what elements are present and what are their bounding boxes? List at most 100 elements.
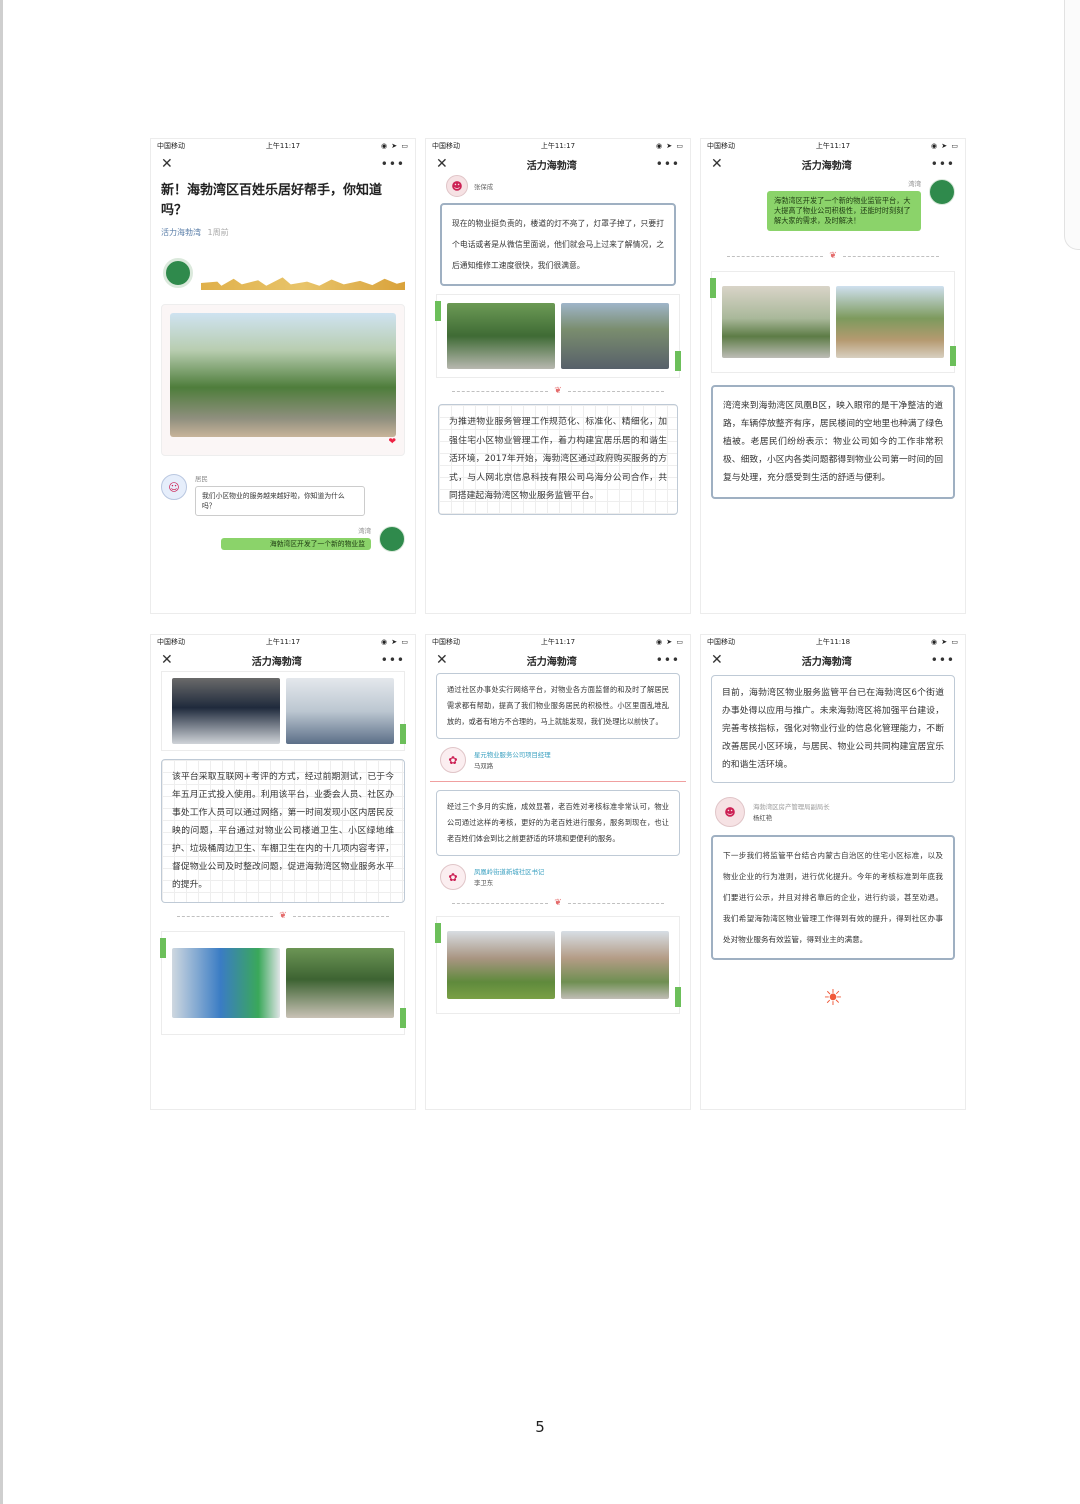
close-icon[interactable]: ✕ bbox=[161, 652, 173, 668]
navbar: ✕ 活力海勃湾 ••• bbox=[701, 153, 965, 175]
clock: 上午11:17 bbox=[265, 638, 301, 646]
battery-icon: ◉ ➤ ▭ bbox=[380, 638, 409, 646]
clock: 上午11:18 bbox=[815, 638, 851, 646]
resident-message: 我们小区物业的服务越来越好啦，你知道为什么吗？ bbox=[195, 486, 365, 516]
status-bar: 中国移动 上午11:17 ◉ ➤ ▭ bbox=[151, 139, 415, 153]
nav-title: 活力海勃湾 bbox=[251, 656, 302, 668]
header-banner bbox=[161, 256, 405, 294]
quote-text: 现在的物业挺负责的，楼道的灯不亮了，灯罩子掉了，只要打个电话或者是从微信里面说，… bbox=[452, 219, 664, 270]
decor-tab bbox=[710, 278, 716, 298]
phone-screenshot-3: 中国移动 上午11:17 ◉ ➤ ▭ ✕ 活力海勃湾 ••• 湾湾 海勃湾区开发… bbox=[700, 138, 966, 614]
decor-tab bbox=[400, 1008, 406, 1028]
decor-tab bbox=[435, 301, 441, 321]
clock: 上午11:17 bbox=[540, 142, 576, 150]
speaker-name: 马双路 bbox=[474, 762, 494, 770]
speaker-avatar: ☻ bbox=[446, 175, 468, 197]
photo-street bbox=[722, 286, 830, 358]
speaker-title: 海勃湾区房产管理局副局长 bbox=[753, 803, 830, 811]
photo-frame: ❤ bbox=[161, 304, 405, 456]
status-bar: 中国移动 上午11:17 ◉ ➤ ▭ bbox=[426, 139, 690, 153]
host-chat: 湾湾 海勃湾区开发了一个新的物业监 bbox=[161, 526, 405, 552]
navbar: ✕ 活力海勃湾 ••• bbox=[426, 153, 690, 175]
speaker-name: 李卫东 bbox=[474, 879, 494, 887]
host-name: 湾湾 bbox=[908, 180, 921, 188]
article-title: 新！海勃湾区百姓乐居好帮手，你知道吗？ bbox=[161, 183, 383, 218]
quote-text: 下一步我们将监管平台结合内蒙古自治区的住宅小区标准，以及物业企业的行为准则，进行… bbox=[723, 851, 943, 944]
page-edge bbox=[0, 0, 3, 1504]
scrollbar[interactable] bbox=[1064, 0, 1080, 250]
quote-text: 通过社区办事处实行网络平台，对物业各方面监督的和及时了解居民需求都有帮助，提高了… bbox=[447, 685, 669, 726]
divider: ❦ bbox=[452, 386, 665, 396]
speaker-title: 星元物业服务公司项目经理 bbox=[474, 751, 551, 759]
more-icon[interactable]: ••• bbox=[931, 157, 955, 171]
emblem-icon bbox=[163, 258, 193, 288]
carrier-label: 中国移动 bbox=[707, 142, 735, 150]
page-number: 5 bbox=[535, 1418, 545, 1436]
photo-pergola bbox=[836, 286, 944, 358]
community-photo bbox=[170, 313, 396, 437]
nav-title: 活力海勃湾 bbox=[801, 656, 852, 668]
quote-card: 通过社区办事处实行网络平台，对物业各方面监督的和及时了解居民需求都有帮助，提高了… bbox=[436, 673, 680, 739]
nav-title: 活力海勃湾 bbox=[526, 656, 577, 668]
battery-icon: ◉ ➤ ▭ bbox=[930, 142, 959, 150]
decor-tab bbox=[675, 351, 681, 371]
heart-icon: ❤ bbox=[388, 437, 396, 447]
host-name: 湾湾 bbox=[358, 527, 371, 535]
photo-row bbox=[710, 271, 956, 373]
navbar: ✕ 活力海勃湾 ••• bbox=[701, 649, 965, 671]
carrier-label: 中国移动 bbox=[432, 142, 460, 150]
carrier-label: 中国移动 bbox=[157, 638, 185, 646]
body-text: 为推进物业服务管理工作规范化、标准化、精细化，加强住宅小区物业管理工作，着力构建… bbox=[449, 417, 667, 501]
more-icon[interactable]: ••• bbox=[656, 157, 680, 171]
photo-row bbox=[161, 671, 406, 751]
navbar: ✕ 活力海勃湾 ••• bbox=[426, 649, 690, 671]
close-icon[interactable]: ✕ bbox=[161, 156, 173, 172]
phone-screenshot-2: 中国移动 上午11:17 ◉ ➤ ▭ ✕ 活力海勃湾 ••• ☻ 张保成 现在的… bbox=[425, 138, 691, 614]
speaker-title: 凤凰岭街道新城社区书记 bbox=[474, 868, 545, 876]
divider: ❦ bbox=[727, 251, 940, 261]
carrier-label: 中国移动 bbox=[157, 142, 185, 150]
heart-icon: ❦ bbox=[829, 251, 837, 261]
phone-screenshot-5: 中国移动 上午11:17 ◉ ➤ ▭ ✕ 活力海勃湾 ••• 通过社区办事处实行… bbox=[425, 634, 691, 1110]
speaker-avatar: ✿ bbox=[440, 747, 466, 773]
close-icon[interactable]: ✕ bbox=[436, 652, 448, 668]
host-avatar bbox=[379, 526, 405, 552]
host-message: 海勃湾区开发了一个新的物业监管平台，大大提高了物业公司积极性，还能时时刻刻了解大… bbox=[767, 191, 921, 231]
decor-tab bbox=[400, 724, 406, 744]
host-message: 海勃湾区开发了一个新的物业监 bbox=[221, 538, 371, 550]
photo-buildings bbox=[447, 931, 555, 999]
decor-tab bbox=[160, 938, 166, 958]
body-text: 目前，海勃湾区物业服务监管平台已在海勃湾区6个街道办事处得以应用与推广。未来海勃… bbox=[722, 688, 944, 770]
speaker-avatar: ✿ bbox=[440, 864, 466, 890]
more-icon[interactable]: ••• bbox=[381, 653, 405, 667]
photo-monitoring-room bbox=[286, 678, 394, 744]
photo-office bbox=[172, 678, 280, 744]
more-icon[interactable]: ••• bbox=[931, 653, 955, 667]
close-icon[interactable]: ✕ bbox=[436, 156, 448, 172]
status-bar: 中国移动 上午11:18 ◉ ➤ ▭ bbox=[701, 635, 965, 649]
source-link[interactable]: 活力海勃湾 bbox=[161, 228, 201, 237]
photo-row bbox=[160, 931, 406, 1035]
divider: ❦ bbox=[452, 898, 665, 908]
post-age: 1周前 bbox=[207, 228, 229, 237]
more-icon[interactable]: ••• bbox=[381, 157, 405, 171]
phone-screenshot-1: 中国移动 上午11:17 ◉ ➤ ▭ ✕ ••• 新！海勃湾区百姓乐居好帮手，你… bbox=[150, 138, 416, 614]
host-chat: 湾湾 海勃湾区开发了一个新的物业监管平台，大大提高了物业公司积极性，还能时时刻刻… bbox=[711, 179, 955, 231]
body-card: 该平台采取互联网+考评的方式，经过前期测试，已于今年五月正式投入使用。利用该平台… bbox=[161, 759, 405, 903]
photo-recycling bbox=[172, 948, 280, 1018]
clock: 上午11:17 bbox=[265, 142, 301, 150]
body-card: 为推进物业服务管理工作规范化、标准化、精细化，加强住宅小区物业管理工作，着力构建… bbox=[438, 404, 678, 515]
phone-screenshot-4: 中国移动 上午11:17 ◉ ➤ ▭ ✕ 活力海勃湾 ••• 该平台采取互联网+… bbox=[150, 634, 416, 1110]
clock: 上午11:17 bbox=[540, 638, 576, 646]
clock: 上午11:17 bbox=[815, 142, 851, 150]
nav-title: 活力海勃湾 bbox=[801, 160, 852, 172]
close-icon[interactable]: ✕ bbox=[711, 652, 723, 668]
status-bar: 中国移动 上午11:17 ◉ ➤ ▭ bbox=[426, 635, 690, 649]
carrier-label: 中国移动 bbox=[432, 638, 460, 646]
close-icon[interactable]: ✕ bbox=[711, 156, 723, 172]
speaker-row: ☻ 张保成 bbox=[446, 175, 670, 197]
quote-card: 现在的物业挺负责的，楼道的灯不亮了，灯罩子掉了，只要打个电话或者是从微信里面说，… bbox=[440, 203, 676, 286]
heart-icon: ❦ bbox=[554, 898, 562, 908]
battery-icon: ◉ ➤ ▭ bbox=[655, 142, 684, 150]
more-icon[interactable]: ••• bbox=[656, 653, 680, 667]
